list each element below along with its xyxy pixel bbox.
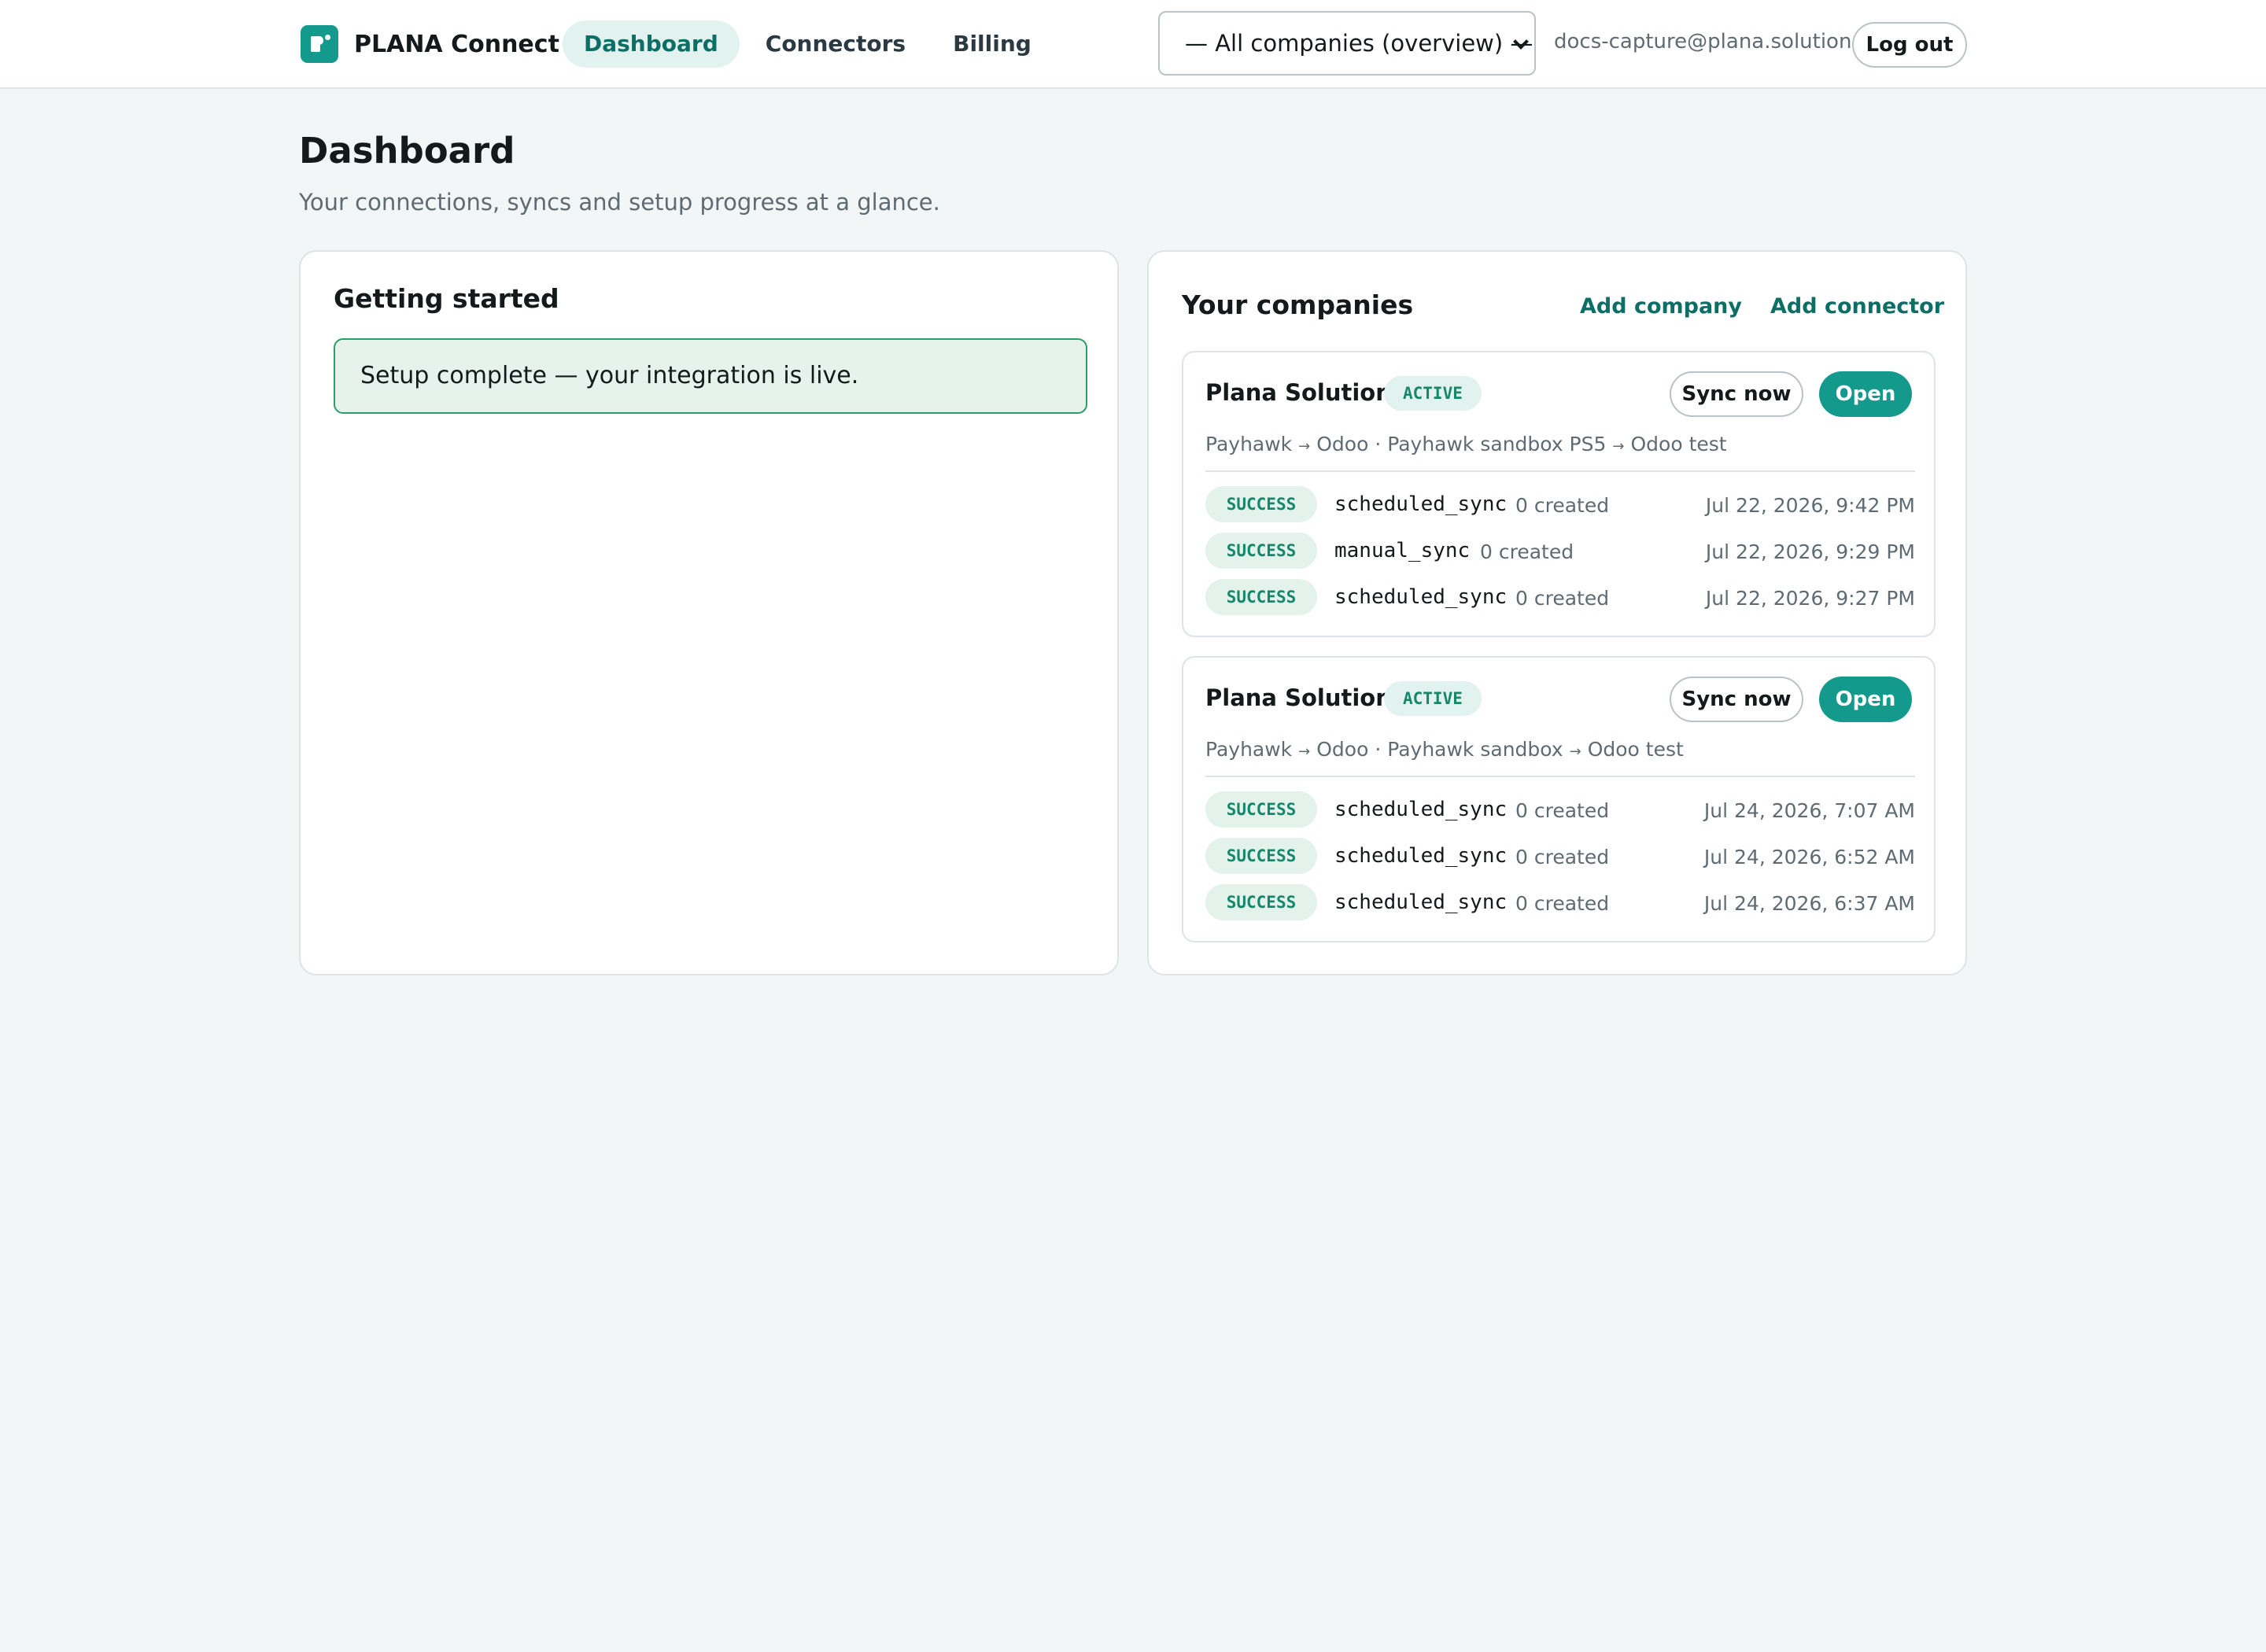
company-card: Plana Solutions 5 ACTIVE Sync now Open P… bbox=[1182, 351, 1936, 637]
sync-row: SUCCESS scheduled_sync 0 created Jul 24,… bbox=[1205, 884, 1915, 920]
sync-status-badge: SUCCESS bbox=[1205, 579, 1317, 615]
arrow-right-icon: → bbox=[1612, 438, 1625, 455]
getting-started-title: Getting started bbox=[334, 283, 559, 314]
divider bbox=[1205, 776, 1915, 777]
sync-status-badge: SUCCESS bbox=[1205, 838, 1317, 874]
top-bar: PLANA Connect Dashboard Connectors Billi… bbox=[0, 0, 2266, 89]
sync-now-button[interactable]: Sync now bbox=[1670, 371, 1803, 417]
sync-created-count: 0 created bbox=[1515, 494, 1610, 517]
sync-status-badge: SUCCESS bbox=[1205, 486, 1317, 522]
company-selector-value: — All companies (overview) — bbox=[1185, 30, 1533, 57]
sync-now-button[interactable]: Sync now bbox=[1670, 677, 1803, 722]
sync-kind: scheduled_sync bbox=[1334, 585, 1508, 609]
sync-row: SUCCESS manual_sync 0 created Jul 22, 20… bbox=[1205, 533, 1915, 569]
arrow-right-icon: → bbox=[1298, 743, 1311, 760]
add-connector-link[interactable]: Add connector bbox=[1770, 294, 1944, 319]
open-button[interactable]: Open bbox=[1819, 677, 1912, 722]
sync-row: SUCCESS scheduled_sync 0 created Jul 22,… bbox=[1205, 579, 1915, 615]
sync-row: SUCCESS scheduled_sync 0 created Jul 22,… bbox=[1205, 486, 1915, 522]
logout-button[interactable]: Log out bbox=[1852, 22, 1967, 68]
arrow-right-icon: → bbox=[1569, 743, 1581, 760]
sync-created-count: 0 created bbox=[1515, 846, 1610, 868]
user-email: docs-capture@plana.solutions bbox=[1554, 30, 1862, 53]
brand-name: PLANA Connect bbox=[354, 30, 559, 58]
sync-time: Jul 22, 2026, 9:27 PM bbox=[1705, 587, 1915, 610]
status-badge: ACTIVE bbox=[1384, 681, 1482, 716]
nav-connectors[interactable]: Connectors bbox=[744, 20, 927, 68]
nav-billing[interactable]: Billing bbox=[932, 20, 1053, 68]
company-card: Plana Solutions 4 ACTIVE Sync now Open P… bbox=[1182, 656, 1936, 942]
sync-time: Jul 22, 2026, 9:42 PM bbox=[1705, 494, 1915, 517]
page-subtitle: Your connections, syncs and setup progre… bbox=[299, 189, 940, 216]
sync-time: Jul 24, 2026, 7:07 AM bbox=[1703, 799, 1915, 822]
nav-dashboard[interactable]: Dashboard bbox=[563, 20, 740, 68]
connector-route: Payhawk → Odoo · Payhawk sandbox PS5 → Odoo … bbox=[1205, 433, 1727, 455]
brand[interactable]: PLANA Connect bbox=[301, 25, 559, 63]
company-selector[interactable]: — All companies (overview) — bbox=[1158, 11, 1536, 76]
sync-row: SUCCESS scheduled_sync 0 created Jul 24,… bbox=[1205, 791, 1915, 828]
sync-created-count: 0 created bbox=[1480, 540, 1574, 563]
add-company-link[interactable]: Add company bbox=[1580, 294, 1742, 319]
getting-started-card: Getting started Setup complete — your in… bbox=[299, 250, 1119, 975]
sync-kind: scheduled_sync bbox=[1334, 492, 1508, 516]
sync-kind: manual_sync bbox=[1334, 539, 1471, 562]
sync-created-count: 0 created bbox=[1515, 799, 1610, 822]
sync-kind: scheduled_sync bbox=[1334, 844, 1508, 868]
sync-created-count: 0 created bbox=[1515, 587, 1610, 610]
plana-logo-icon bbox=[301, 25, 338, 63]
sync-created-count: 0 created bbox=[1515, 892, 1610, 915]
sync-row: SUCCESS scheduled_sync 0 created Jul 24,… bbox=[1205, 838, 1915, 874]
sync-time: Jul 24, 2026, 6:37 AM bbox=[1703, 892, 1915, 915]
status-badge: ACTIVE bbox=[1384, 376, 1482, 411]
page-title: Dashboard bbox=[299, 130, 515, 171]
sync-status-badge: SUCCESS bbox=[1205, 533, 1317, 569]
sync-status-badge: SUCCESS bbox=[1205, 791, 1317, 828]
open-button[interactable]: Open bbox=[1819, 371, 1912, 417]
divider bbox=[1205, 470, 1915, 472]
sync-kind: scheduled_sync bbox=[1334, 798, 1508, 821]
sync-kind: scheduled_sync bbox=[1334, 891, 1508, 914]
your-companies-card: Your companies Add company Add connector… bbox=[1147, 250, 1967, 975]
your-companies-title: Your companies bbox=[1182, 289, 1414, 320]
arrow-right-icon: → bbox=[1298, 438, 1311, 455]
main-nav: Dashboard Connectors Billing bbox=[563, 20, 1057, 68]
sync-status-badge: SUCCESS bbox=[1205, 884, 1317, 920]
sync-time: Jul 22, 2026, 9:29 PM bbox=[1705, 540, 1915, 563]
setup-complete-banner: Setup complete — your integration is liv… bbox=[334, 338, 1087, 414]
connector-route: Payhawk → Odoo · Payhawk sandbox → Odoo test bbox=[1205, 738, 1684, 761]
sync-time: Jul 24, 2026, 6:52 AM bbox=[1703, 846, 1915, 868]
